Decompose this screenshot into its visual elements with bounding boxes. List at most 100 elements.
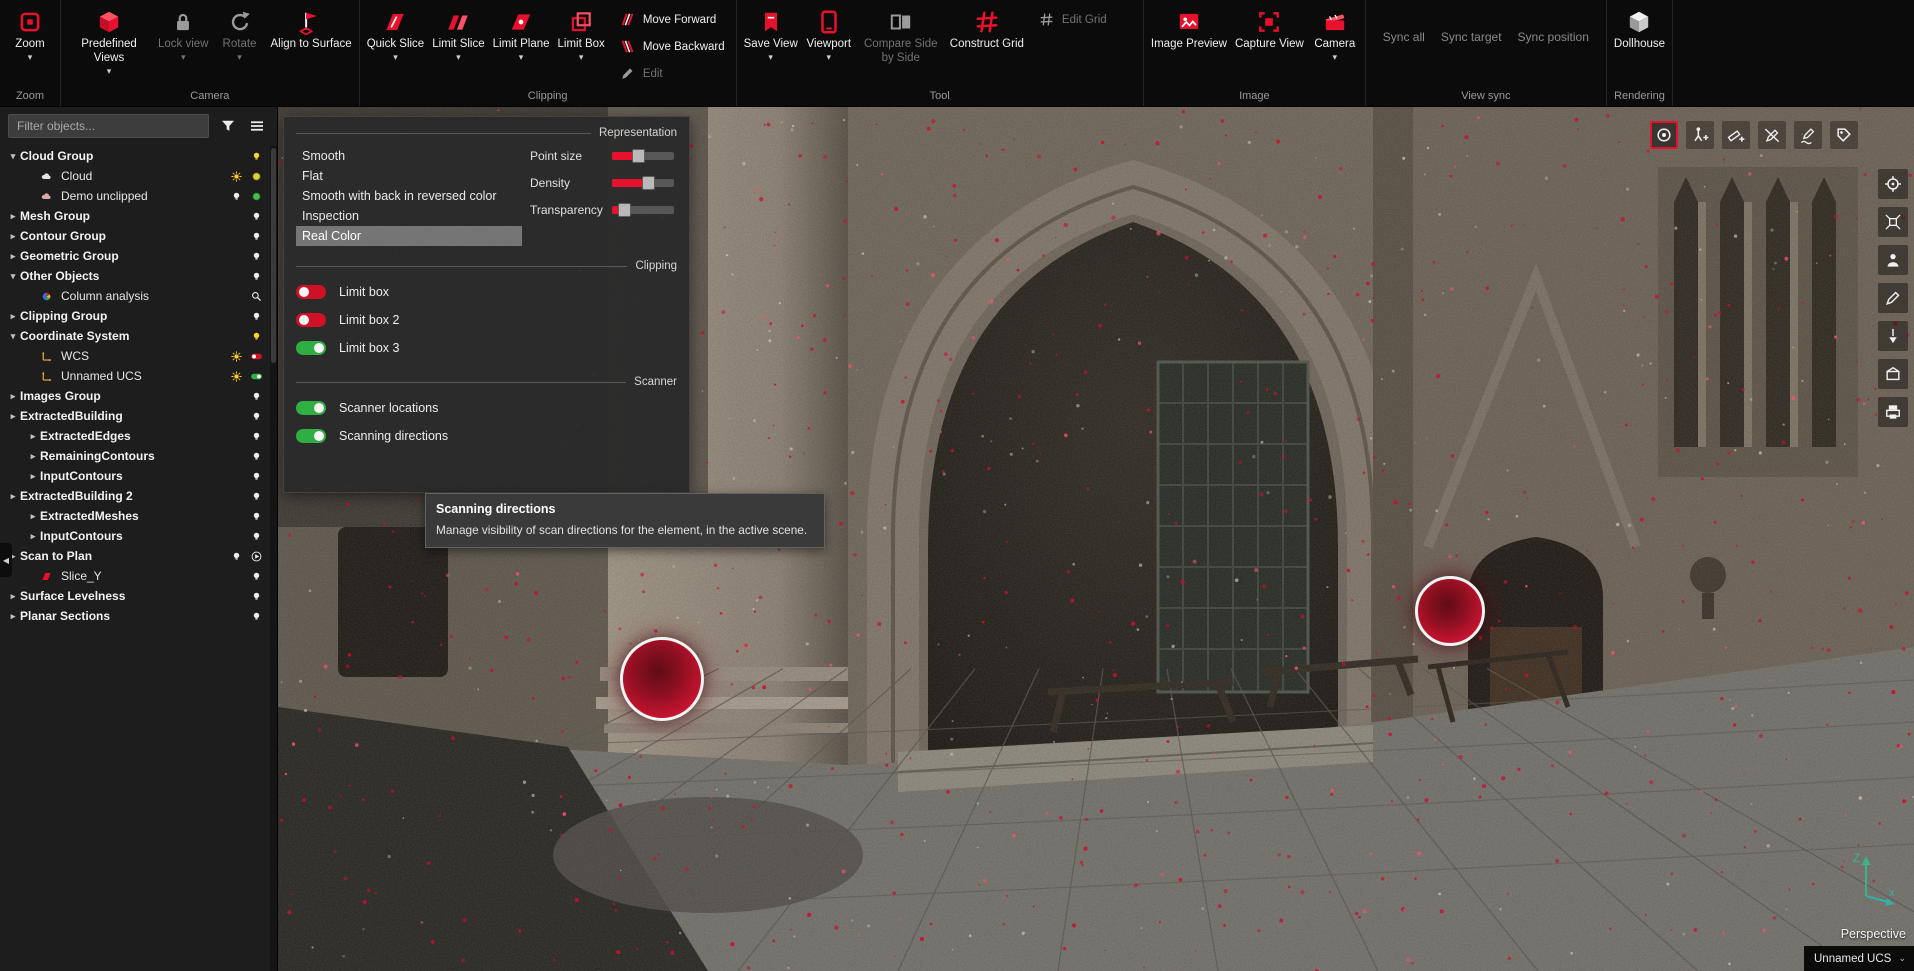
tree-item-contour-group[interactable]: ▸Contour Group	[0, 226, 269, 246]
bulb-white-icon[interactable]	[248, 230, 265, 243]
zoom-button[interactable]: Zoom▾	[3, 3, 57, 61]
tree-item-mesh-group[interactable]: ▸Mesh Group	[0, 206, 269, 226]
sync-target-button[interactable]: Sync target	[1441, 30, 1502, 44]
tree-expand-caret[interactable]: ▸	[26, 431, 40, 442]
scanner-locations-toggle[interactable]	[296, 401, 326, 415]
bulb-white-icon[interactable]	[248, 510, 265, 523]
limit-box-3-toggle[interactable]	[296, 341, 326, 355]
ucs-selector[interactable]: Unnamed UCS ⌄	[1804, 946, 1914, 971]
marker-erase-icon[interactable]	[1758, 121, 1786, 149]
bulb-white-icon[interactable]	[248, 530, 265, 543]
dot-green-icon[interactable]	[248, 190, 265, 203]
hamburger-menu-icon[interactable]	[247, 116, 267, 136]
play-icon[interactable]	[248, 550, 265, 563]
tree-item-coordinate-system[interactable]: ▾Coordinate System	[0, 326, 269, 346]
viewport-button[interactable]: Viewport▾	[802, 3, 856, 61]
bulb-white-icon[interactable]	[248, 430, 265, 443]
move-forward-button[interactable]: Move Forward	[619, 11, 725, 28]
image-preview-button[interactable]: Image Preview	[1147, 3, 1231, 52]
orbit-target-icon[interactable]	[1878, 169, 1908, 199]
sun-icon[interactable]	[228, 350, 245, 363]
bulb-white-icon[interactable]	[248, 270, 265, 283]
bulb-yellow-icon[interactable]	[248, 150, 265, 163]
save-view-button[interactable]: Save View▾	[740, 3, 802, 61]
slider-handle[interactable]	[618, 203, 631, 217]
limit-box-toggle[interactable]	[296, 285, 326, 299]
tree-item-slice-y[interactable]: Slice_Y	[0, 566, 269, 586]
tree-expand-caret[interactable]: ▸	[6, 611, 20, 622]
representation-option-smooth[interactable]: Smooth	[296, 146, 522, 166]
limit-box-button[interactable]: Limit Box▾	[554, 3, 609, 61]
bulb-white-icon[interactable]	[248, 450, 265, 463]
bulb-white-icon[interactable]	[248, 570, 265, 583]
sidebar-collapse-arrow[interactable]: ◀	[0, 543, 12, 577]
limit-plane-button[interactable]: Limit Plane▾	[489, 3, 554, 61]
tree-expand-caret[interactable]: ▸	[26, 531, 40, 542]
tree-expand-caret[interactable]: ▸	[26, 511, 40, 522]
tree-item-remainingcontours[interactable]: ▸RemainingContours	[0, 446, 269, 466]
predefined-views-button[interactable]: Predefined Views▾	[64, 3, 154, 75]
tree-expand-caret[interactable]: ▸	[6, 391, 20, 402]
tree-item-cloud-group[interactable]: ▾Cloud Group	[0, 146, 269, 166]
dot-yellow-icon[interactable]	[248, 170, 265, 183]
pill-red-icon[interactable]	[248, 350, 265, 363]
representation-option-real-color[interactable]: Real Color	[296, 226, 522, 246]
filter-objects-input[interactable]	[8, 114, 209, 138]
align-to-surface-button[interactable]: Align to Surface	[267, 3, 356, 52]
tree-expand-caret[interactable]: ▸	[6, 591, 20, 602]
tree-item-cloud[interactable]: Cloud	[0, 166, 269, 186]
capture-view-button[interactable]: Capture View	[1231, 3, 1308, 52]
tree-item-extractedmeshes[interactable]: ▸ExtractedMeshes	[0, 506, 269, 526]
representation-option-inspection[interactable]: Inspection	[296, 206, 522, 226]
bulb-white-icon[interactable]	[248, 610, 265, 623]
sidebar-scrollbar[interactable]	[270, 146, 277, 971]
representation-option-smooth-with-back-in-reversed-color[interactable]: Smooth with back in reversed color	[296, 186, 522, 206]
limit-box-2-toggle[interactable]	[296, 313, 326, 327]
bulb-white-icon[interactable]	[248, 210, 265, 223]
tree-item-scan-to-plan[interactable]: ▸Scan to Plan	[0, 546, 269, 566]
scanning-directions-toggle[interactable]	[296, 429, 326, 443]
construct-grid-button[interactable]: Construct Grid	[946, 3, 1028, 52]
bulb-white-icon[interactable]	[248, 410, 265, 423]
tree-expand-caret[interactable]: ▸	[6, 411, 20, 422]
tag-icon[interactable]	[1830, 121, 1858, 149]
sun-icon[interactable]	[228, 370, 245, 383]
magnifier-icon[interactable]	[248, 290, 265, 303]
fit-view-icon[interactable]	[1878, 207, 1908, 237]
printer-icon[interactable]	[1878, 397, 1908, 427]
lock-view-button[interactable]: Lock view▾	[154, 3, 213, 61]
tree-item-extractededges[interactable]: ▸ExtractedEdges	[0, 426, 269, 446]
bulb-white-icon[interactable]	[248, 490, 265, 503]
tree-expand-caret[interactable]: ▾	[6, 271, 20, 282]
tree-item-extractedbuilding[interactable]: ▸ExtractedBuilding	[0, 406, 269, 426]
tree-expand-caret[interactable]: ▾	[6, 151, 20, 162]
select-circle-icon[interactable]	[1650, 121, 1678, 149]
compare-side-by-side-button[interactable]: Compare Side by Side	[856, 3, 946, 66]
measure-add-icon[interactable]	[1722, 121, 1750, 149]
bulb-white-icon[interactable]	[248, 250, 265, 263]
sketch-icon[interactable]	[1878, 283, 1908, 313]
bulb-yellow-icon[interactable]	[248, 330, 265, 343]
tree-item-clipping-group[interactable]: ▸Clipping Group	[0, 306, 269, 326]
scanner-location-marker[interactable]	[620, 637, 704, 721]
3d-viewport[interactable]: Representation SmoothFlatSmooth with bac…	[278, 107, 1914, 971]
scrollbar-thumb[interactable]	[271, 148, 276, 363]
tree-item-planar-sections[interactable]: ▸Planar Sections	[0, 606, 269, 626]
tree-item-extractedbuilding-2[interactable]: ▸ExtractedBuilding 2	[0, 486, 269, 506]
limit-slice-button[interactable]: Limit Slice▾	[428, 3, 488, 61]
tree-item-wcs[interactable]: WCS	[0, 346, 269, 366]
slider-handle[interactable]	[632, 149, 645, 163]
tree-item-surface-levelness[interactable]: ▸Surface Levelness	[0, 586, 269, 606]
rotate-button[interactable]: Rotate▾	[213, 3, 267, 61]
tree-item-other-objects[interactable]: ▾Other Objects	[0, 266, 269, 286]
sync-position-button[interactable]: Sync position	[1518, 30, 1589, 44]
tree-item-inputcontours[interactable]: ▸InputContours	[0, 526, 269, 546]
edit-grid-button[interactable]: Edit Grid	[1038, 11, 1132, 28]
point-size-slider[interactable]	[612, 152, 674, 160]
tree-item-geometric-group[interactable]: ▸Geometric Group	[0, 246, 269, 266]
filter-funnel-icon[interactable]	[218, 116, 238, 136]
bulb-white-icon[interactable]	[228, 550, 245, 563]
tree-expand-caret[interactable]: ▸	[6, 311, 20, 322]
bulb-white-icon[interactable]	[228, 190, 245, 203]
tree-item-inputcontours[interactable]: ▸InputContours	[0, 466, 269, 486]
